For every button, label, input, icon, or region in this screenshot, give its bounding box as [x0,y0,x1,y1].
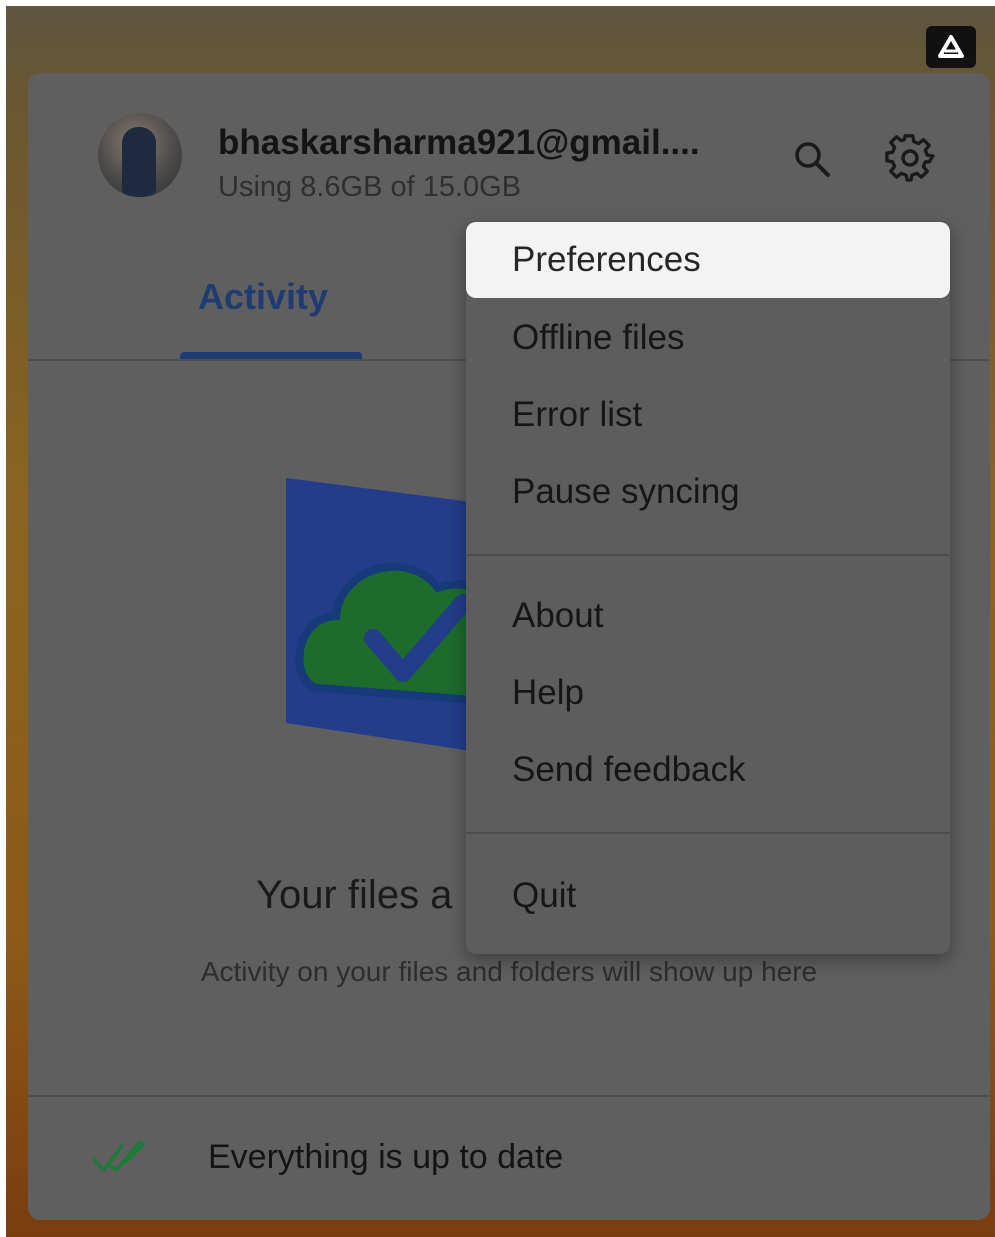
menu-item-preferences[interactable]: Preferences [466,222,950,298]
menu-item-send-feedback[interactable]: Send feedback [466,732,950,808]
menu-item-help[interactable]: Help [466,655,950,731]
settings-menu: Preferences Offline files Error list Pau… [466,222,950,954]
double-check-icon [92,1138,148,1183]
account-email: bhaskarsharma921@gmail.... [218,123,700,162]
gear-icon [885,134,935,182]
menu-item-about[interactable]: About [466,578,950,654]
tab-activity-label: Activity [198,276,329,317]
search-button[interactable] [782,129,842,189]
tab-activity[interactable]: Activity [180,268,362,360]
menu-item-pause-syncing[interactable]: Pause syncing [466,454,950,530]
search-icon [795,142,830,177]
empty-state-subtitle: Activity on your files and folders will … [200,956,818,987]
sync-status-text: Everything is up to date [208,1138,564,1176]
avatar[interactable] [98,113,182,197]
google-drive-icon [938,35,964,58]
settings-button[interactable] [880,129,940,189]
footer-divider [28,1095,990,1097]
storage-usage: Using 8.6GB of 15.0GB [218,171,522,203]
google-drive-tray-icon[interactable] [926,26,976,68]
menu-item-quit[interactable]: Quit [466,858,950,934]
menu-divider [466,554,950,556]
menu-item-offline-files[interactable]: Offline files [466,300,950,376]
menu-item-error-list[interactable]: Error list [466,377,950,453]
menu-divider [466,832,950,834]
empty-state-title: Your files a [256,873,453,917]
